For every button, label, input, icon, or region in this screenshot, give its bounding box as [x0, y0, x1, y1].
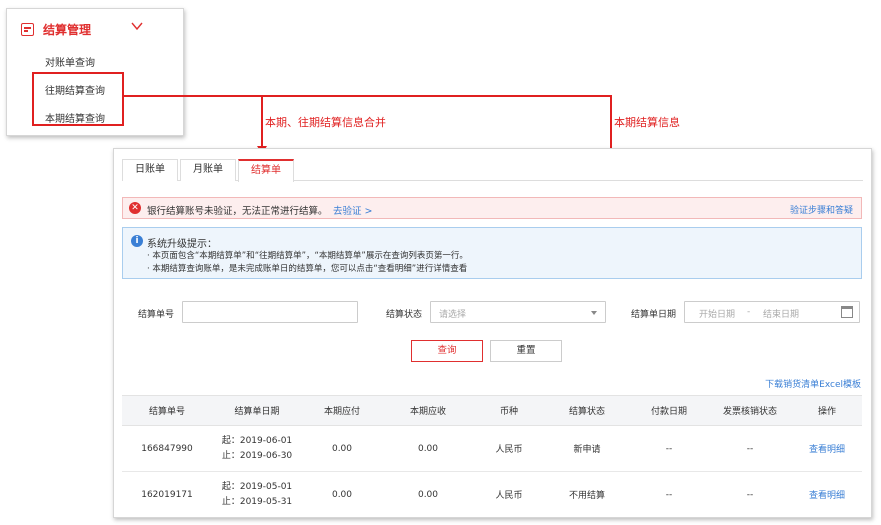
invoice-status-cell: -- — [708, 425, 792, 472]
pay-date-cell: -- — [630, 425, 708, 472]
info-line: · 本期结算查询账单，是未完成账单日的结算单，您可以点击“查看明细”进行详情查看 — [147, 264, 468, 274]
error-message: 银行结算账号未验证，无法正常进行结算。 — [147, 206, 328, 217]
payable-cell: 0.00 — [302, 425, 382, 472]
status-select[interactable]: 请选择 — [430, 301, 606, 323]
settlement-icon — [21, 23, 34, 36]
settle-date-cell: 起：2019-06-01 止：2019-06-30 — [212, 425, 302, 472]
date-start: 起：2019-05-01 — [221, 481, 293, 492]
info-title: 系统升级提示： — [147, 239, 217, 250]
status-cell: 不用结算 — [544, 471, 630, 517]
column-header: 本期应付 — [302, 395, 382, 426]
calendar-icon — [841, 306, 853, 318]
date-end: 止：2019-06-30 — [221, 450, 293, 461]
info-circle-icon: i — [131, 235, 143, 247]
status-cell: 新申请 — [544, 425, 630, 472]
date-label: 结算单日期 — [631, 310, 677, 320]
column-header: 结算状态 — [544, 395, 630, 426]
column-header: 本期应收 — [382, 395, 474, 426]
receivable-cell: 0.00 — [382, 471, 474, 517]
info-alert: i 系统升级提示： · 本页面包含“本期结算单”和“往期结算单”，“本期结算单”… — [122, 227, 862, 279]
receivable-cell: 0.00 — [382, 425, 474, 472]
settlement-panel: 日账单 月账单 结算单 ✕ 银行结算账号未验证，无法正常进行结算。 去验证 > … — [113, 148, 872, 518]
date-range-picker[interactable]: 开始日期 - 结束日期 — [684, 301, 860, 323]
view-detail-link[interactable]: 查看明细 — [792, 471, 862, 517]
query-button[interactable]: 查询 — [411, 340, 483, 362]
end-date-placeholder: 结束日期 — [763, 310, 800, 320]
tab-monthly-statement[interactable]: 月账单 — [180, 159, 236, 181]
settle-date-cell: 起：2019-05-01 止：2019-05-31 — [212, 471, 302, 517]
verify-link[interactable]: 去验证 > — [333, 203, 372, 217]
annotation-current: 本期结算信息 — [614, 116, 680, 129]
settle-no-input[interactable] — [182, 301, 358, 323]
column-header: 操作 — [792, 395, 862, 426]
date-start: 起：2019-06-01 — [221, 435, 293, 446]
highlight-box — [32, 72, 124, 126]
table-row: 162019171 起：2019-05-01 止：2019-05-31 0.00… — [122, 471, 862, 517]
column-header: 结算单日期 — [212, 395, 302, 426]
start-date-placeholder: 开始日期 — [699, 310, 736, 320]
error-alert: ✕ 银行结算账号未验证，无法正常进行结算。 去验证 > 验证步骤和答疑 — [122, 197, 862, 219]
tab-daily-statement[interactable]: 日账单 — [122, 159, 178, 181]
caret-down-icon — [591, 311, 597, 315]
status-label: 结算状态 — [386, 310, 423, 320]
download-template-link[interactable]: 下载销货清单Excel模板 — [765, 377, 861, 390]
tab-bar: 日账单 月账单 结算单 — [114, 149, 871, 182]
tab-settlement[interactable]: 结算单 — [238, 159, 294, 182]
status-placeholder: 请选择 — [439, 310, 467, 320]
reset-button[interactable]: 重置 — [490, 340, 562, 362]
date-separator: - — [747, 307, 751, 317]
payable-cell: 0.00 — [302, 471, 382, 517]
info-line: · 本页面包含“本期结算单”和“往期结算单”，“本期结算单”展示在查询列表页第一… — [147, 251, 468, 261]
settle-no-label: 结算单号 — [138, 310, 175, 320]
column-header: 结算单号 — [122, 395, 212, 426]
connector-line — [261, 95, 263, 147]
settlement-table: 结算单号 结算单日期 本期应付 本期应收 币种 结算状态 付款日期 发票核销状态… — [122, 395, 862, 517]
table-row: 166847990 起：2019-06-01 止：2019-06-30 0.00… — [122, 425, 862, 472]
close-circle-icon: ✕ — [129, 202, 141, 214]
settle-no-cell: 166847990 — [122, 425, 212, 472]
view-detail-link[interactable]: 查看明细 — [792, 425, 862, 472]
chevron-down-icon — [131, 22, 143, 31]
connector-line — [124, 95, 612, 97]
column-header: 付款日期 — [630, 395, 708, 426]
menu-title: 结算管理 — [43, 23, 92, 37]
column-header: 发票核销状态 — [708, 395, 792, 426]
date-end: 止：2019-05-31 — [221, 496, 293, 507]
menu-item-statement-query[interactable]: 对账单查询 — [45, 54, 95, 69]
column-header: 币种 — [474, 395, 544, 426]
annotation-merge: 本期、往期结算信息合并 — [265, 116, 386, 129]
invoice-status-cell: -- — [708, 471, 792, 517]
verify-help-link[interactable]: 验证步骤和答疑 — [790, 203, 853, 216]
settle-no-cell: 162019171 — [122, 471, 212, 517]
table-header-row: 结算单号 结算单日期 本期应付 本期应收 币种 结算状态 付款日期 发票核销状态… — [122, 395, 862, 426]
menu-header[interactable]: 结算管理 — [7, 9, 183, 49]
pay-date-cell: -- — [630, 471, 708, 517]
currency-cell: 人民币 — [474, 471, 544, 517]
currency-cell: 人民币 — [474, 425, 544, 472]
